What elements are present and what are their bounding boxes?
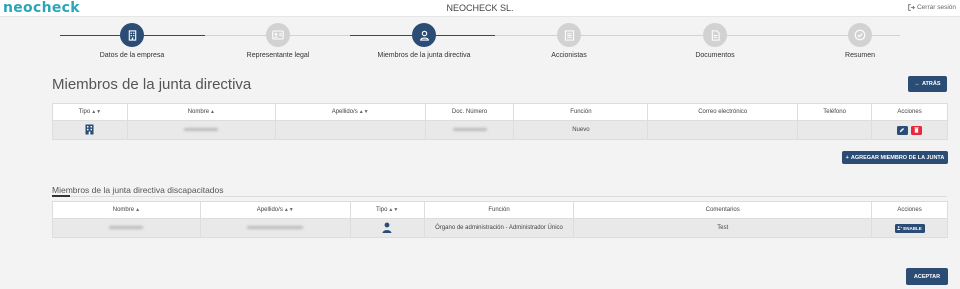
- cell-nombre-redacted: [52, 218, 201, 238]
- cell-apellidos-redacted: [199, 218, 351, 238]
- step-label: Accionistas: [551, 52, 587, 59]
- list-icon: [564, 29, 574, 41]
- step-circle: [557, 23, 581, 47]
- column-header-tipo[interactable]: Tipo▲▼: [52, 103, 128, 121]
- page-title: Miembros de la junta directiva: [52, 76, 252, 93]
- column-header-apellidos[interactable]: Apellido/s▲▼: [199, 201, 351, 219]
- cell-comentarios: Test: [573, 218, 873, 238]
- step-label: Resumen: [845, 52, 875, 59]
- column-header-funcion: Función: [423, 201, 575, 219]
- step-representante-legal[interactable]: Representante legal: [208, 23, 348, 59]
- plus-icon: +: [845, 154, 849, 161]
- building-icon: [128, 29, 136, 41]
- logout-icon: [908, 4, 915, 11]
- arrow-left-icon: ←: [914, 81, 920, 87]
- sort-asc-icon: ▲: [210, 109, 215, 115]
- check-icon: [854, 29, 866, 41]
- step-label: Representante legal: [246, 52, 310, 59]
- step-datos-empresa[interactable]: Datos de la empresa: [62, 23, 202, 59]
- section-divider: [52, 196, 947, 197]
- accept-button-label: ACEPTAR: [913, 273, 941, 280]
- enable-button-label: ENABLE: [903, 225, 922, 231]
- back-button-label: ATRÁS: [921, 81, 941, 87]
- back-button[interactable]: ← ATRÁS: [908, 76, 947, 92]
- id-card-icon: [272, 30, 284, 40]
- cell-funcion: Nuevo: [513, 120, 649, 140]
- table-header-row: Tipo▲▼ Nombre▲ Apellido/s▲▼ Doc. Número …: [52, 103, 948, 121]
- section-title-underline: [52, 195, 70, 197]
- person-icon: [382, 222, 392, 233]
- cell-telefono: [797, 120, 873, 140]
- user-plus-icon: [897, 226, 903, 230]
- table-row: Nuevo: [52, 120, 948, 140]
- cell-funcion: Órgano de administración - Administrador…: [423, 218, 575, 238]
- add-board-member-button[interactable]: + AGREGAR MIEMBRO DE LA JUNTA: [842, 151, 948, 164]
- column-header-acciones: Acciones: [871, 103, 948, 121]
- accept-button[interactable]: ACEPTAR: [906, 268, 948, 285]
- step-circle: [412, 23, 436, 47]
- cell-apellidos: [274, 120, 426, 140]
- column-header-tipo[interactable]: Tipo▲▼: [349, 201, 425, 219]
- step-label: Datos de la empresa: [99, 52, 165, 59]
- step-resumen[interactable]: Resumen: [790, 23, 930, 59]
- column-header-doc-numero: Doc. Número: [424, 103, 515, 121]
- column-header-funcion: Función: [513, 103, 649, 121]
- disabled-members-table: Nombre▲ Apellido/s▲▼ Tipo▲▼ Función Come…: [52, 201, 948, 238]
- step-label: Miembros de la junta directiva: [377, 52, 471, 59]
- column-header-telefono: Teléfono: [797, 103, 873, 121]
- column-header-comentarios: Comentarios: [573, 201, 873, 219]
- step-circle: [120, 23, 144, 47]
- sort-asc-icon: ▲: [135, 207, 141, 213]
- column-header-correo: Correo electrónico: [647, 103, 799, 121]
- top-bar: neocheck NEOCHECK SL. Cerrar sesión: [0, 0, 960, 17]
- column-header-nombre[interactable]: Nombre▲: [126, 103, 276, 121]
- cell-acciones: ENABLE: [871, 218, 948, 238]
- column-header-acciones: Acciones: [871, 201, 948, 219]
- trash-icon: [914, 127, 920, 133]
- disabled-members-title: Miembros de la junta directiva discapaci…: [52, 185, 224, 195]
- edit-button[interactable]: [896, 125, 908, 135]
- table-row: Órgano de administración - Administrador…: [52, 218, 948, 238]
- sort-icon: ▲▼: [388, 207, 399, 213]
- cell-acciones: [871, 120, 948, 140]
- cell-nombre-redacted: [126, 120, 276, 140]
- enable-button[interactable]: ENABLE: [894, 223, 925, 233]
- building-icon: [85, 124, 94, 134]
- step-accionistas[interactable]: Accionistas: [499, 23, 639, 59]
- step-circle: [703, 23, 727, 47]
- cell-doc-redacted: [424, 120, 515, 140]
- table-header-row: Nombre▲ Apellido/s▲▼ Tipo▲▼ Función Come…: [52, 201, 948, 219]
- wizard-stepper: Datos de la empresa Representante legal …: [0, 18, 960, 68]
- step-documentos[interactable]: Documentos: [645, 23, 785, 59]
- document-icon: [711, 29, 720, 41]
- sort-icon: ▲▼: [91, 109, 102, 115]
- sort-icon: ▲▼: [283, 207, 294, 213]
- step-label: Documentos: [695, 52, 735, 59]
- pencil-icon: [899, 128, 905, 133]
- sort-icon: ▲▼: [358, 109, 369, 115]
- column-header-apellidos[interactable]: Apellido/s▲▼: [274, 103, 426, 121]
- cell-tipo: [52, 120, 128, 140]
- step-miembros-junta[interactable]: Miembros de la junta directiva: [354, 23, 494, 59]
- logout-link[interactable]: Cerrar sesión: [908, 4, 956, 11]
- cell-tipo: [349, 218, 425, 238]
- board-members-table: Tipo▲▼ Nombre▲ Apellido/s▲▼ Doc. Número …: [52, 103, 948, 140]
- logout-label: Cerrar sesión: [916, 4, 956, 11]
- step-circle: [848, 23, 872, 47]
- step-circle: [266, 23, 290, 47]
- add-board-member-label: AGREGAR MIEMBRO DE LA JUNTA: [850, 154, 945, 161]
- cell-correo: [647, 120, 799, 140]
- column-header-nombre[interactable]: Nombre▲: [52, 201, 201, 219]
- user-icon: [419, 30, 429, 41]
- delete-button[interactable]: [911, 125, 923, 135]
- company-name: NEOCHECK SL.: [446, 3, 514, 13]
